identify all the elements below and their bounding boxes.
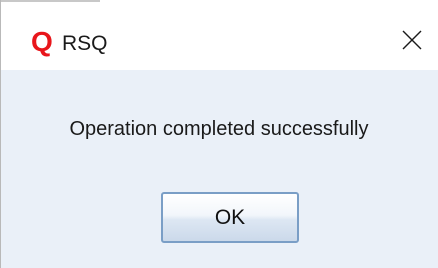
window-top-edge — [0, 0, 100, 2]
dialog-message: Operation completed successfully — [69, 118, 369, 140]
close-button[interactable] — [396, 24, 428, 56]
close-icon — [402, 30, 422, 50]
window-title: RSQ — [62, 32, 108, 55]
rsq-logo-icon: Q — [31, 26, 53, 57]
message-dialog: Q RSQ Operation completed successfully O… — [0, 0, 438, 268]
dialog-content: Operation completed successfully OK — [0, 70, 438, 268]
ok-button[interactable]: OK — [161, 192, 299, 243]
window-left-edge — [0, 0, 1, 268]
title-bar: Q RSQ — [0, 0, 438, 70]
